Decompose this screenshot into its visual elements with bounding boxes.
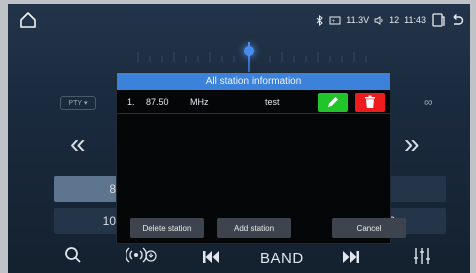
clock-text: 11:43 [404,15,426,25]
frequency-scale [137,52,367,62]
station-unit: MHz [190,96,209,107]
volume-icon [374,15,384,25]
trash-icon [364,95,376,111]
station-row[interactable]: 1. 87.50 MHz test [117,90,390,114]
cancel-button[interactable]: Cancel [332,218,406,238]
pty-button[interactable]: PTY ▾ [60,96,96,110]
svg-text:+: + [332,19,336,25]
bottom-toolbar: BAND [8,240,470,273]
preset-label: 10 [102,214,116,228]
loop-icon[interactable]: ∞ [424,95,433,109]
add-station-button[interactable]: Add station [217,218,291,238]
station-name: test [265,96,280,107]
dialog-title: All station information [117,73,390,90]
status-bar: + 11.3V 12 11:43 [8,4,470,36]
next-track-icon[interactable] [342,250,360,269]
seek-back-icon[interactable]: « [70,128,86,160]
delete-station-button[interactable]: Delete station [130,218,204,238]
voltage-text: 11.3V [346,15,370,25]
search-icon[interactable] [64,246,82,269]
preset-label: 8 [109,182,116,196]
previous-track-icon[interactable] [202,250,220,269]
tuner-knob[interactable] [244,46,254,56]
seek-forward-icon[interactable]: » [404,128,420,160]
pencil-icon [326,95,340,111]
pty-label: PTY [68,99,83,107]
volume-text: 12 [389,15,400,25]
back-icon[interactable] [450,13,464,27]
window-icon[interactable] [431,13,445,27]
home-icon[interactable] [18,10,38,30]
delete-station-row-button[interactable] [355,93,385,112]
equalizer-icon[interactable] [412,246,432,271]
station-frequency: 87.50 [146,96,169,107]
preset-button[interactable]: 8 [54,176,120,202]
station-info-dialog: All station information 1. 87.50 MHz tes… [116,72,406,244]
radio-signal-icon[interactable] [125,246,158,271]
edit-station-button[interactable] [318,93,348,112]
radio-screen: + 11.3V 12 11:43 PTY ▾ ∞ « » 8 10 BAND A… [8,4,470,273]
dropdown-icon: ▾ [84,100,88,107]
preset-button[interactable]: 10 [54,208,120,234]
bluetooth-icon [316,14,324,26]
battery-icon: + [329,16,341,25]
status-icons: + 11.3V 12 11:43 [316,13,464,27]
band-button[interactable]: BAND [260,250,304,267]
station-index: 1. [127,96,135,107]
